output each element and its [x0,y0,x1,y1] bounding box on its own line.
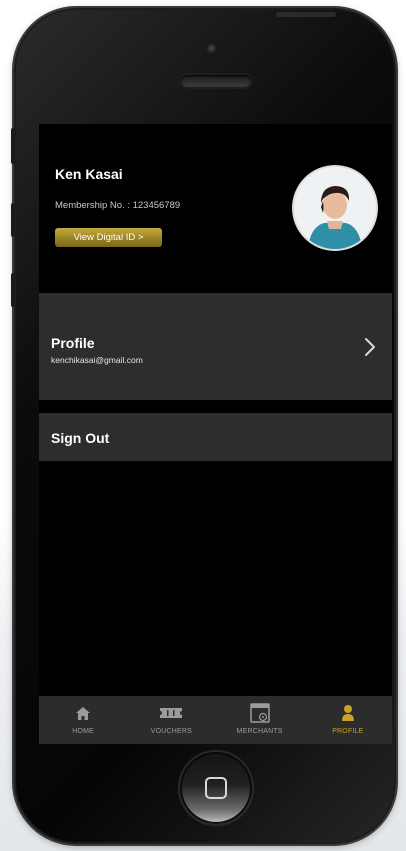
profile-menu-item[interactable]: Profile kenchikasai@gmail.com [39,293,392,400]
volume-down-button [11,273,15,307]
bottom-tab-bar: HOME VOUCHERS MERCHANTS PROFILE [39,696,392,744]
user-name: Ken Kasai [55,166,123,182]
tab-home[interactable]: HOME [39,696,127,744]
profile-title: Profile [51,335,95,351]
view-digital-id-button[interactable]: View Digital ID > [55,228,162,247]
volume-up-button [11,203,15,237]
avatar[interactable] [294,167,376,249]
profile-email: kenchikasai@gmail.com [51,355,143,365]
tab-vouchers-label: VOUCHERS [150,728,193,735]
home-button[interactable] [180,752,252,824]
sign-out-button[interactable]: Sign Out [39,413,392,461]
mute-switch [11,128,15,164]
home-button-square-icon [205,777,227,799]
avatar-photo [294,167,376,249]
tab-merchants[interactable]: MERCHANTS [216,696,304,744]
front-camera [207,44,218,55]
app-screen: Ken Kasai Membership No. : 123456789 Vie… [39,124,392,744]
membership-number: Membership No. : 123456789 [55,200,181,211]
power-button [276,12,336,17]
user-icon [335,702,361,724]
chevron-right-icon [365,338,375,356]
ticket-icon [158,702,184,724]
tab-profile-label: PROFILE [332,728,364,735]
store-icon [247,702,273,724]
tab-merchants-label: MERCHANTS [236,728,283,735]
tab-home-label: HOME [72,728,95,735]
earpiece-speaker [181,75,251,87]
home-icon [70,702,96,724]
sign-out-label: Sign Out [51,430,110,446]
tab-vouchers[interactable]: VOUCHERS [127,696,215,744]
tab-profile[interactable]: PROFILE [304,696,392,744]
